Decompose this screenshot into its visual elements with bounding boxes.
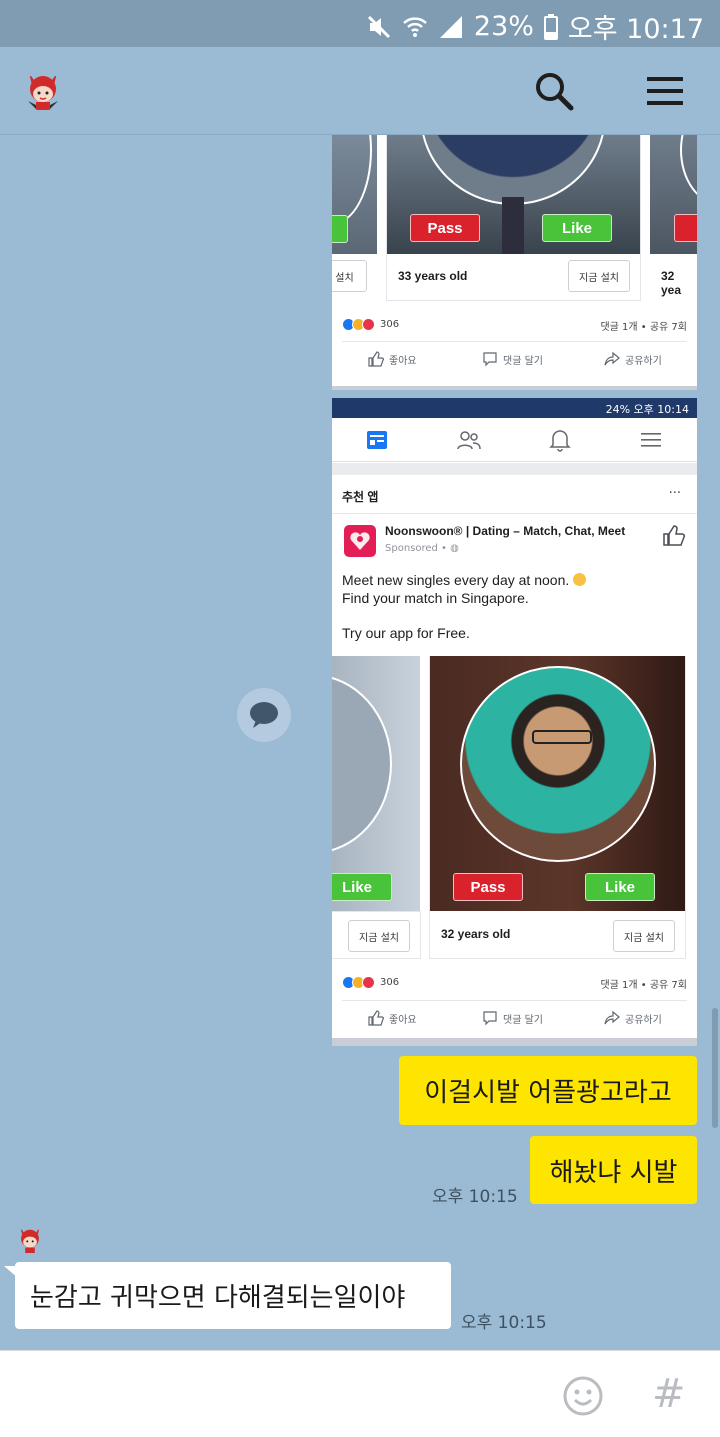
inner-status-bar: 24% 오후 10:14: [332, 398, 697, 418]
ad-text: Meet new singles every day at noon. Find…: [342, 571, 587, 642]
message-time: 오후 10:15: [461, 1313, 547, 1333]
shared-image-top[interactable]: 설치 Pass Like 33 years old 지금 설치 32 yea 3…: [332, 135, 697, 388]
like-action: 좋아요: [368, 1010, 417, 1026]
signal-icon: [439, 15, 462, 38]
friend-avatar[interactable]: [17, 1226, 43, 1254]
thumbs-up-icon: [368, 351, 384, 367]
post-stats: 댓글 1개 • 공유 7회: [600, 980, 687, 991]
install-button-left: 지금 설치: [348, 920, 410, 952]
card-caption: 32 years old: [441, 927, 511, 941]
install-button: 지금 설치: [568, 260, 630, 292]
search-icon[interactable]: [532, 69, 576, 113]
section-title: 추천 앱: [342, 490, 379, 504]
share-bubble-button[interactable]: [237, 688, 291, 742]
scrollbar[interactable]: [712, 1008, 718, 1128]
comment-icon: [483, 352, 497, 367]
more-menu-icon: [641, 433, 661, 447]
news-feed-icon: [367, 431, 387, 449]
card-caption: 33 years old: [398, 269, 468, 283]
shared-image-bottom[interactable]: 24% 오후 10:14 추천 앱 ··· Noonswoon® | Datin…: [332, 398, 697, 1046]
share-action: 공유하기: [604, 1010, 662, 1026]
card-caption-right: 32 yea: [661, 269, 682, 297]
like-button: Like: [585, 873, 655, 901]
pass-button: Pass: [410, 214, 480, 242]
share-icon: [604, 1010, 620, 1025]
chat-header: [0, 47, 720, 135]
thumbs-up-icon: [368, 1010, 384, 1026]
install-button-left: 설치: [332, 260, 367, 292]
feed-gap: [332, 463, 697, 475]
like-page-icon: [663, 525, 686, 546]
wifi-icon: [403, 16, 427, 37]
emoticon-icon[interactable]: [562, 1375, 604, 1417]
share-icon: [604, 351, 620, 366]
comment-action: 댓글 달기: [482, 1010, 543, 1026]
battery-percent: 23%: [473, 11, 534, 42]
message-time: 오후 10:15: [432, 1187, 518, 1207]
pass-button-right: [674, 214, 697, 242]
like-action: 좋아요: [368, 351, 417, 367]
grin-emoji-icon: [573, 573, 587, 586]
like-button-left: [332, 215, 348, 243]
image-bottom-edge: [332, 1038, 697, 1046]
speech-bubble-icon: [250, 702, 278, 728]
profile-avatar[interactable]: [24, 71, 62, 111]
friends-icon: [457, 431, 481, 450]
clock: 오후 10:17: [567, 14, 704, 45]
globe-icon: ◍: [450, 543, 459, 554]
post-stats: 댓글 1개 • 공유 7회: [600, 322, 687, 333]
my-message[interactable]: 이걸시발 어플광고라고: [399, 1056, 697, 1125]
friend-message[interactable]: 눈감고 귀막으면 다해결되는일이야: [15, 1262, 451, 1329]
sponsored-label: Sponsored • ◍: [385, 543, 459, 554]
like-button: Like: [542, 214, 612, 242]
inner-fb-nav: [332, 418, 697, 462]
status-bar: 23% 오후 10:17: [0, 0, 720, 47]
ad-title: Noonswoon® | Dating – Match, Chat, Meet: [385, 524, 626, 538]
comment-icon: [483, 1011, 497, 1026]
pass-button: Pass: [453, 873, 523, 901]
app-logo: [344, 525, 376, 557]
heart-icon: [350, 532, 370, 550]
install-button: 지금 설치: [613, 920, 675, 952]
hashtag-search-button[interactable]: #: [652, 1371, 686, 1417]
more-options: ···: [668, 486, 681, 501]
message-input-bar[interactable]: #: [0, 1350, 720, 1437]
my-message[interactable]: 해놨냐 시발: [530, 1136, 697, 1204]
comment-action: 댓글 달기: [482, 351, 543, 367]
reaction-summary: 306: [342, 318, 399, 331]
mute-icon: [367, 15, 390, 38]
bell-icon: [549, 430, 571, 452]
menu-icon[interactable]: [643, 69, 687, 113]
like-button-left: Like: [332, 873, 392, 901]
battery-icon: [543, 13, 558, 40]
reaction-summary: 306: [342, 976, 399, 989]
share-action: 공유하기: [604, 351, 662, 367]
image-divider: [332, 386, 697, 390]
